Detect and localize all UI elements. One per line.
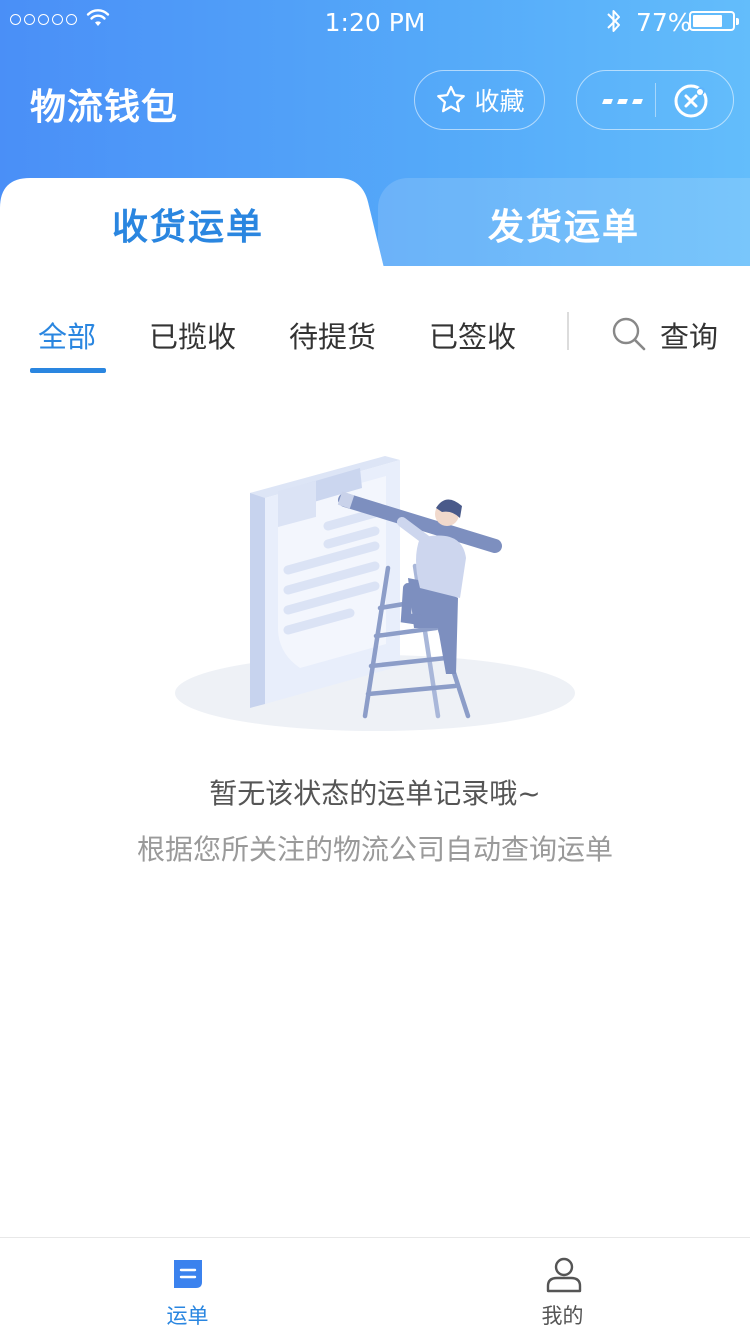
filter-collected[interactable]: 已揽收: [149, 314, 236, 356]
favorite-label: 收藏: [474, 87, 525, 116]
close-circle-icon[interactable]: [673, 83, 709, 119]
more-dots-icon[interactable]: [602, 99, 643, 104]
status-filter-bar: 全部 已揽收 待提货 已签收 查询: [0, 296, 750, 376]
star-icon: [437, 85, 466, 113]
filter-awaiting-pickup[interactable]: 待提货: [289, 314, 376, 356]
page-title: 物流钱包: [30, 87, 179, 128]
empty-state-subtitle: 根据您所关注的物流公司自动查询运单: [136, 833, 613, 866]
mini-program-capsule: [576, 70, 734, 130]
filter-all[interactable]: 全部: [38, 314, 96, 356]
capsule-divider: [655, 83, 656, 117]
tabbar-label-mine: 我的: [541, 1304, 584, 1328]
search-icon[interactable]: [611, 316, 647, 352]
search-button[interactable]: 查询: [660, 314, 718, 356]
battery-icon: [689, 11, 739, 31]
battery-percent: 77%: [636, 8, 692, 37]
empty-state-title: 暂无该状态的运单记录哦~: [209, 777, 541, 810]
filter-signed[interactable]: 已签收: [429, 314, 516, 356]
filter-active-indicator: [30, 368, 106, 373]
user-icon: [546, 1257, 582, 1293]
bluetooth-icon: [607, 10, 620, 32]
status-bar: 1:20 PM 77%: [0, 0, 750, 44]
bottom-tab-bar: 运单 我的: [0, 1237, 750, 1334]
tabbar-item-waybill[interactable]: 运单: [0, 1238, 375, 1334]
tabbar-label-waybill: 运单: [166, 1304, 209, 1328]
clipboard-ladder-illustration: [175, 456, 575, 731]
tab-ship-waybill-label: 发货运单: [487, 207, 640, 248]
waybill-icon: [174, 1260, 202, 1288]
filter-divider: [567, 312, 569, 350]
favorite-button[interactable]: 收藏: [414, 70, 545, 130]
tabbar-item-mine[interactable]: 我的: [375, 1238, 750, 1334]
tab-receive-waybill-label: 收货运单: [111, 207, 264, 248]
